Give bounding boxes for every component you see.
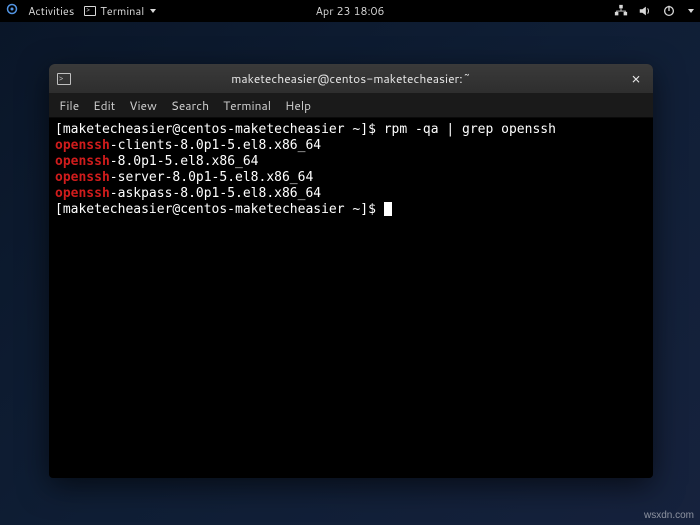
menu-view[interactable]: View [129, 97, 157, 114]
system-tray [614, 4, 694, 18]
activities-icon[interactable] [6, 3, 18, 19]
menu-edit[interactable]: Edit [93, 97, 115, 114]
menu-search[interactable]: Search [171, 97, 209, 114]
close-button[interactable]: × [627, 70, 645, 88]
command-text: rpm -qa | grep openssh [384, 122, 556, 137]
titlebar[interactable]: maketecheasier@centos-maketecheasier:~ × [49, 64, 653, 94]
topbar-left: Activities Terminal [6, 3, 156, 19]
terminal-output[interactable]: [maketecheasier@centos-maketecheasier ~]… [49, 118, 653, 478]
volume-icon[interactable] [638, 4, 652, 18]
power-icon[interactable] [662, 4, 676, 18]
network-icon[interactable] [614, 4, 628, 18]
gnome-topbar: Activities Terminal Apr 23 18:06 [0, 0, 700, 22]
app-menu[interactable]: Terminal [84, 3, 156, 19]
menu-terminal[interactable]: Terminal [223, 97, 271, 114]
app-menu-label: Terminal [100, 3, 144, 19]
menu-help[interactable]: Help [285, 97, 311, 114]
clock[interactable]: Apr 23 18:06 [315, 3, 384, 19]
chevron-down-icon [150, 9, 156, 13]
watermark: wsxdn.com [644, 510, 694, 521]
grep-match: openssh [55, 154, 110, 169]
window-title: maketecheasier@centos-maketecheasier:~ [231, 70, 471, 87]
grep-match: openssh [55, 186, 110, 201]
menubar: File Edit View Search Terminal Help [49, 94, 653, 118]
terminal-icon [84, 6, 96, 16]
terminal-window: maketecheasier@centos-maketecheasier:~ ×… [49, 64, 653, 478]
chevron-down-icon[interactable] [688, 9, 694, 13]
output-line: -clients-8.0p1-5.el8.x86_64 [110, 138, 321, 153]
output-line: -askpass-8.0p1-5.el8.x86_64 [110, 186, 321, 201]
close-icon: × [631, 68, 641, 89]
terminal-icon [57, 73, 71, 85]
activities-button[interactable]: Activities [28, 3, 74, 19]
output-line: -server-8.0p1-5.el8.x86_64 [110, 170, 314, 185]
grep-match: openssh [55, 138, 110, 153]
cursor [384, 202, 392, 216]
prompt: [maketecheasier@centos-maketecheasier ~]… [55, 122, 384, 137]
grep-match: openssh [55, 170, 110, 185]
output-line: -8.0p1-5.el8.x86_64 [110, 154, 259, 169]
prompt: [maketecheasier@centos-maketecheasier ~]… [55, 202, 384, 217]
menu-file[interactable]: File [59, 97, 79, 114]
